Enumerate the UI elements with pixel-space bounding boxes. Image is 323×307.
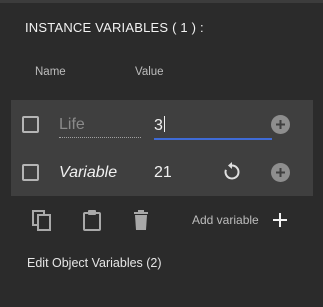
column-header-name: Name [35,66,66,78]
variable-name[interactable]: Variable [59,162,117,186]
row-checkbox[interactable] [22,164,39,181]
reset-button[interactable] [221,161,243,183]
copy-icon[interactable] [31,209,53,231]
variable-row: Life 3 [11,100,313,148]
paste-icon[interactable] [81,209,103,231]
reset-icon [224,162,240,180]
top-divider [0,0,323,3]
variables-panel: Life 3 Variable 21 [11,100,313,196]
plus-icon[interactable] [271,211,289,229]
variable-name-input[interactable]: Life [59,114,141,138]
add-variable-button[interactable]: Add variable [192,213,259,227]
edit-object-variables-link[interactable]: Edit Object Variables (2) [27,256,162,270]
variable-row: Variable 21 [11,148,313,196]
plus-icon [276,120,285,129]
add-child-button[interactable] [271,163,290,182]
trash-icon[interactable] [130,209,152,231]
variable-value[interactable]: 21 [154,162,172,186]
plus-icon [276,168,285,177]
column-header-value: Value [135,66,164,78]
variable-value-text: 3 [154,117,163,134]
row-checkbox[interactable] [22,116,39,133]
add-child-button[interactable] [271,115,290,134]
variable-value-input[interactable]: 3 [154,114,272,140]
variable-name-placeholder: Life [59,116,85,133]
text-caret [163,116,165,132]
section-title: INSTANCE VARIABLES ( 1 ) : [25,20,204,35]
